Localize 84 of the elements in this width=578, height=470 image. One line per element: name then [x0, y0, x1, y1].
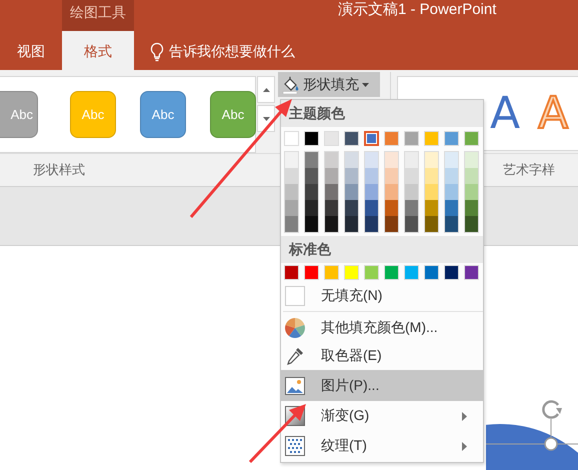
color-swatch[interactable]: [445, 152, 458, 168]
shape-fill-button[interactable]: 形状填充: [278, 72, 380, 97]
texture-icon: [285, 436, 305, 456]
submenu-arrow-icon: [462, 442, 467, 451]
color-swatch[interactable]: [465, 168, 478, 184]
empty-swatch-icon: [285, 286, 305, 306]
caret-icon: [362, 82, 369, 86]
color-swatch[interactable]: [405, 184, 418, 200]
color-swatch[interactable]: [425, 184, 438, 200]
group-label: 形状样式: [33, 161, 85, 180]
menu-item[interactable]: 纹理(T): [281, 431, 483, 461]
color-swatch[interactable]: [285, 152, 298, 168]
menu-item[interactable]: 其他填充颜色(M)...: [281, 314, 483, 342]
color-swatch[interactable]: [305, 200, 318, 216]
color-swatch[interactable]: [425, 200, 438, 216]
contextual-tab-group: 绘图工具: [62, 0, 134, 31]
color-swatch[interactable]: [365, 168, 378, 184]
color-swatch[interactable]: [445, 184, 458, 200]
ribbon-tab[interactable]: 视图: [0, 31, 62, 70]
shape-style-thumbnail[interactable]: Abc: [140, 91, 186, 138]
color-swatch[interactable]: [405, 152, 418, 168]
color-swatch[interactable]: [364, 131, 379, 146]
shape-style-thumbnail[interactable]: Abc: [210, 91, 256, 138]
color-swatch[interactable]: [445, 216, 458, 232]
color-swatch[interactable]: [385, 184, 398, 200]
paint-bucket-icon: [282, 76, 300, 94]
color-swatch[interactable]: [385, 200, 398, 216]
color-swatch[interactable]: [385, 152, 398, 168]
color-swatch[interactable]: [365, 184, 378, 200]
submenu-arrow-icon: [462, 412, 467, 421]
color-swatch[interactable]: [405, 216, 418, 232]
tell-me-search[interactable]: 告诉我你想要做什么: [169, 42, 295, 60]
color-swatch[interactable]: [285, 216, 298, 232]
color-swatch[interactable]: [465, 152, 478, 168]
up-arrow-icon: [262, 88, 270, 92]
color-swatch[interactable]: [385, 168, 398, 184]
section-header: 标准色: [281, 236, 483, 263]
lightbulb-icon: [150, 42, 164, 62]
color-swatch[interactable]: [325, 184, 338, 200]
eyedropper-icon: [285, 346, 305, 366]
color-swatch[interactable]: [365, 200, 378, 216]
ribbon-tab[interactable]: 格式: [62, 31, 134, 70]
color-swatch[interactable]: [445, 200, 458, 216]
color-swatch[interactable]: [345, 168, 358, 184]
color-swatch[interactable]: [365, 152, 378, 168]
color-swatch[interactable]: [425, 168, 438, 184]
color-swatch[interactable]: [285, 168, 298, 184]
color-swatch[interactable]: [465, 200, 478, 216]
scroll-down-button[interactable]: [257, 105, 275, 132]
color-swatch[interactable]: [465, 216, 478, 232]
color-swatch[interactable]: [285, 184, 298, 200]
color-swatch[interactable]: [345, 200, 358, 216]
scroll-up-button[interactable]: [257, 76, 275, 103]
color-swatch[interactable]: [345, 184, 358, 200]
color-swatch[interactable]: [445, 168, 458, 184]
down-arrow-icon: [262, 116, 270, 120]
color-swatch[interactable]: [425, 216, 438, 232]
section-header: 主题颜色: [281, 100, 483, 127]
menu-item[interactable]: 无填充(N): [281, 284, 483, 308]
color-swatch[interactable]: [285, 200, 298, 216]
image-icon: [285, 376, 305, 396]
color-swatch[interactable]: [305, 184, 318, 200]
color-swatch[interactable]: [365, 216, 378, 232]
color-swatch[interactable]: [325, 200, 338, 216]
color-swatch[interactable]: [465, 184, 478, 200]
menu-item[interactable]: 图片(P)...: [281, 370, 483, 401]
color-swatch[interactable]: [325, 216, 338, 232]
color-swatch[interactable]: [305, 216, 318, 232]
window-title: 演示文稿1 - PowerPoint: [338, 0, 496, 20]
color-swatch[interactable]: [345, 216, 358, 232]
color-swatch[interactable]: [405, 168, 418, 184]
color-swatch[interactable]: [325, 152, 338, 168]
color-swatch[interactable]: [425, 152, 438, 168]
color-wheel-icon: [285, 318, 305, 338]
color-swatch[interactable]: [385, 216, 398, 232]
color-swatch[interactable]: [345, 152, 358, 168]
color-swatch[interactable]: [325, 168, 338, 184]
color-swatch[interactable]: [405, 200, 418, 216]
wordart-style-sample[interactable]: A: [490, 92, 520, 136]
color-swatch[interactable]: [305, 168, 318, 184]
group-label: 艺术字样: [503, 161, 555, 180]
menu-item[interactable]: 取色器(E): [281, 342, 483, 370]
color-swatch[interactable]: [305, 152, 318, 168]
annotation-arrow: [248, 404, 306, 464]
